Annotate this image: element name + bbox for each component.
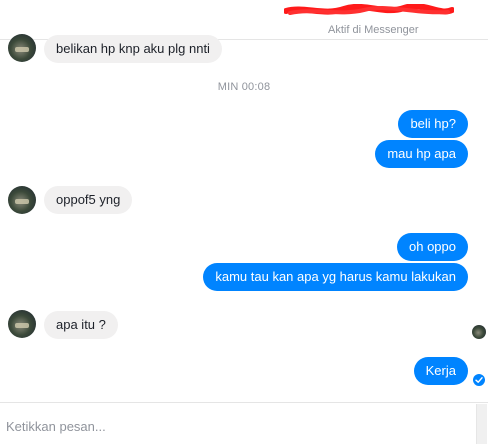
- timestamp-divider: MIN 00:08: [217, 81, 271, 93]
- outgoing-message[interactable]: kamu tau kan apa yg harus kamu lakukan: [203, 263, 468, 291]
- delivered-check-icon: [473, 374, 485, 386]
- contact-avatar[interactable]: [8, 310, 36, 338]
- active-status: Aktif di Messenger: [328, 24, 419, 36]
- outgoing-message[interactable]: mau hp apa: [375, 140, 468, 168]
- message-input[interactable]: [6, 416, 446, 436]
- message-composer: [0, 403, 488, 444]
- read-receipt-avatar: [472, 325, 486, 339]
- incoming-message[interactable]: apa itu ?: [44, 311, 118, 339]
- incoming-message[interactable]: belikan hp knp aku plg nnti: [44, 35, 222, 63]
- outgoing-message[interactable]: Kerja: [413, 357, 468, 385]
- redacted-contact-name: [284, 4, 454, 15]
- chat-header: Aktif di Messenger: [0, 0, 488, 40]
- contact-avatar[interactable]: [8, 186, 36, 214]
- scrollbar[interactable]: [476, 404, 487, 444]
- outgoing-message[interactable]: oh oppo: [397, 233, 468, 261]
- incoming-message[interactable]: oppof5 yng: [44, 186, 133, 214]
- contact-avatar[interactable]: [8, 34, 36, 62]
- outgoing-message[interactable]: beli hp?: [398, 110, 468, 138]
